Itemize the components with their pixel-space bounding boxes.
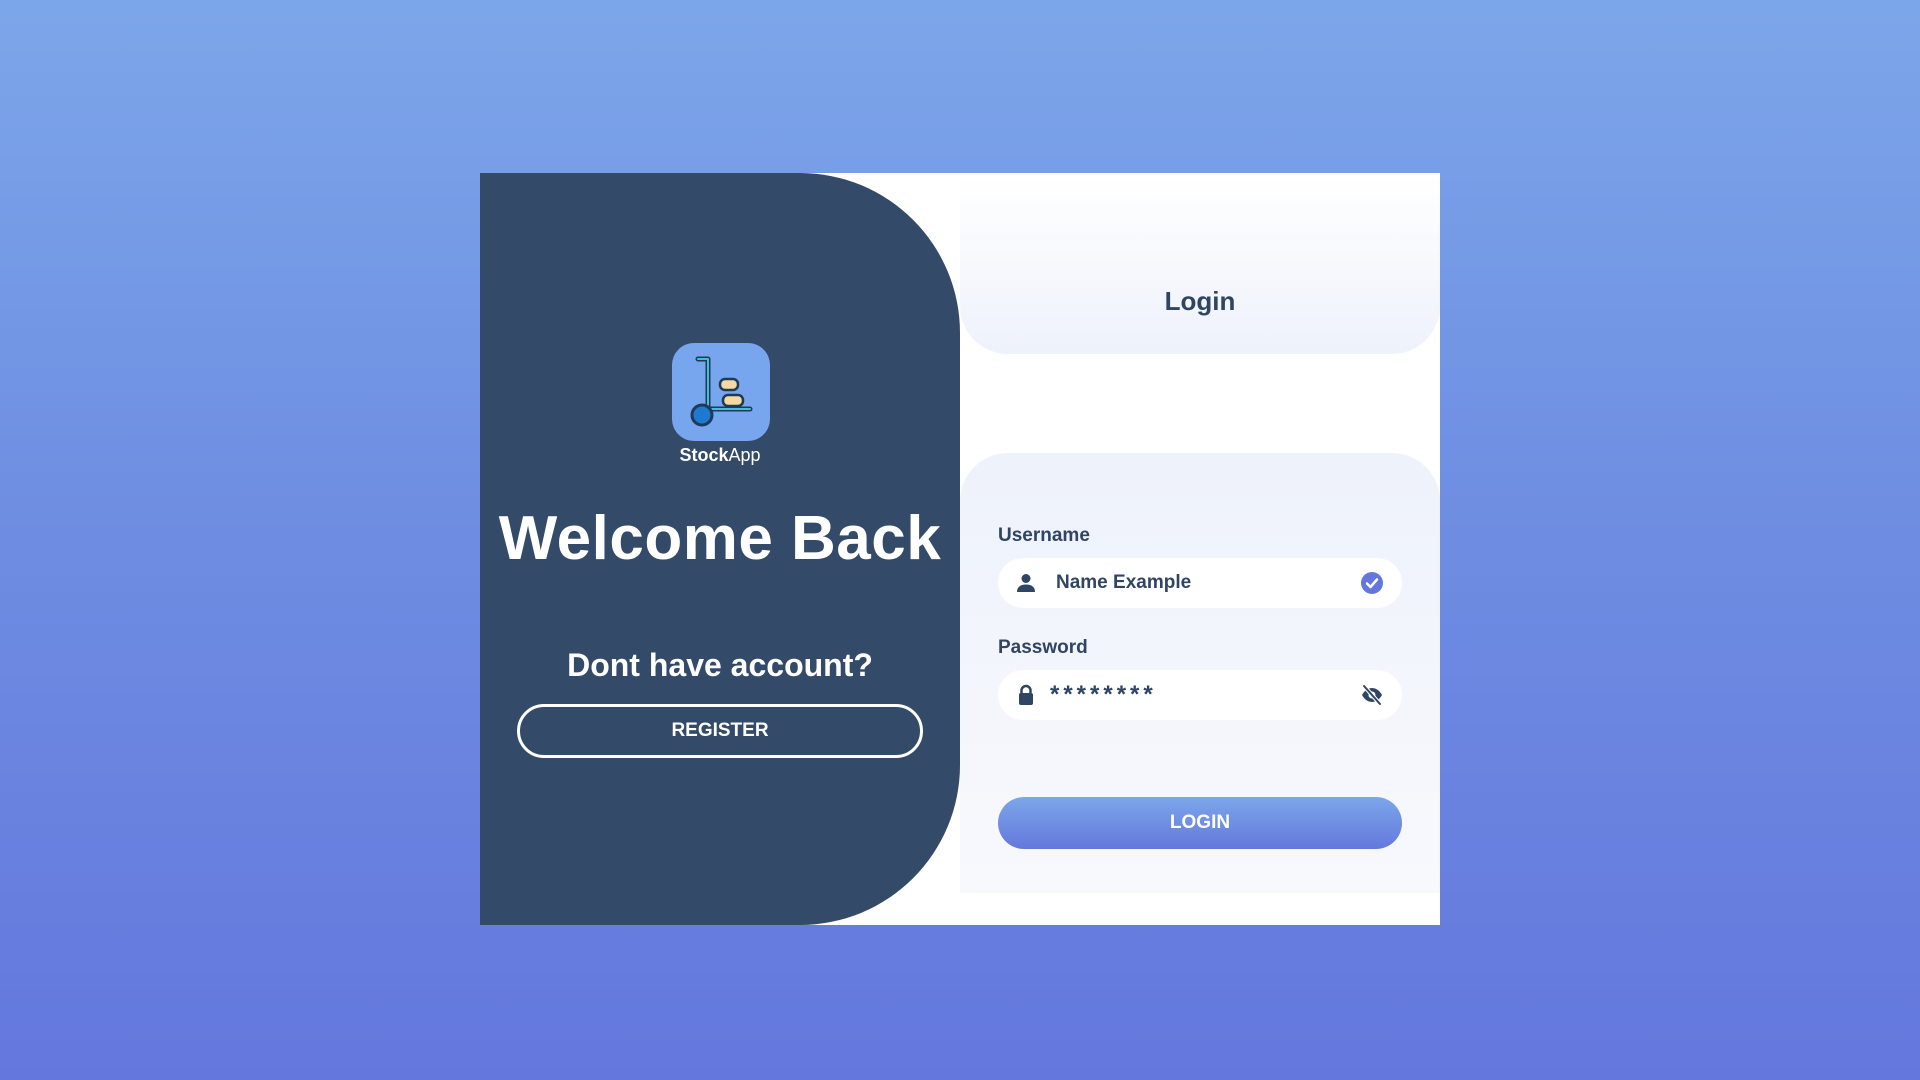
user-icon — [1017, 574, 1035, 592]
login-header: Login — [960, 173, 1440, 354]
login-card: StockApp Welcome Back Dont have account?… — [480, 173, 1440, 925]
username-input[interactable] — [1056, 558, 1346, 608]
welcome-panel: StockApp Welcome Back Dont have account?… — [480, 173, 960, 925]
hand-truck-icon — [690, 356, 753, 427]
welcome-heading: Welcome Back — [498, 504, 942, 573]
register-button[interactable]: REGISTER — [517, 704, 923, 758]
no-account-prompt: Dont have account? — [567, 647, 873, 683]
brand-name-regular: App — [728, 445, 761, 465]
app-logo — [672, 343, 770, 441]
login-button[interactable]: LOGIN — [998, 797, 1402, 849]
eye-off-icon[interactable] — [1360, 683, 1384, 707]
login-title: Login — [1164, 286, 1236, 316]
login-panel: Login Username Password — [960, 173, 1440, 925]
brand-name: StockApp — [480, 445, 960, 466]
username-field-wrapper — [998, 558, 1402, 608]
check-circle-icon — [1361, 572, 1383, 594]
username-label: Username — [998, 525, 1090, 546]
password-label: Password — [998, 637, 1088, 658]
password-field-wrapper — [998, 670, 1402, 720]
password-input[interactable] — [1050, 670, 1340, 720]
lock-icon — [1019, 684, 1033, 705]
brand-name-bold: Stock — [679, 445, 729, 465]
